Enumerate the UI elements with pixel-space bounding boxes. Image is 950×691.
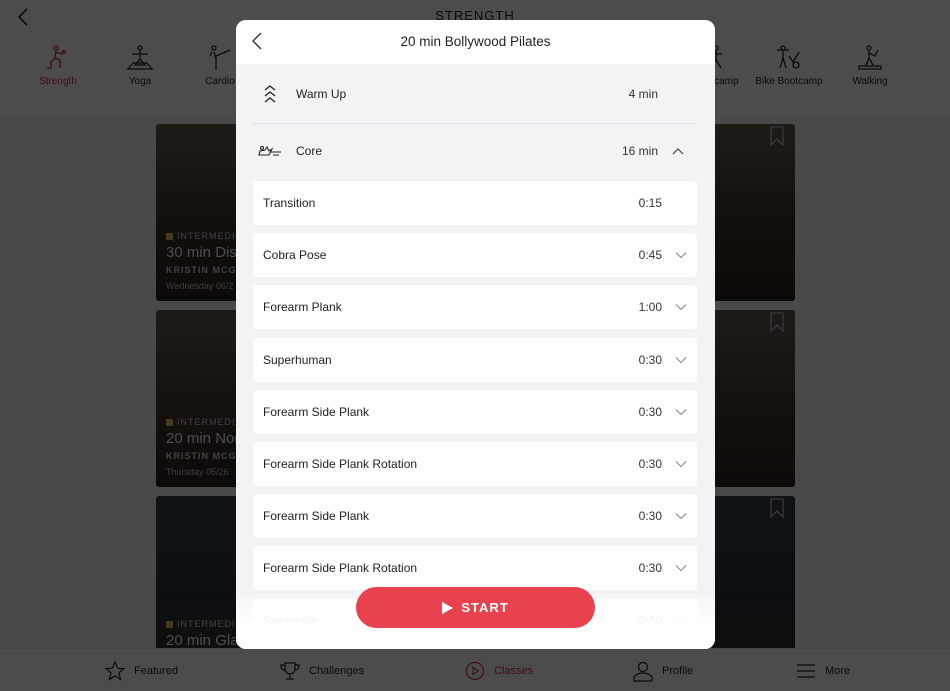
movement-duration: 0:15 [638, 196, 662, 210]
movement-name: Forearm Side Plank Rotation [263, 561, 418, 575]
movement-row[interactable]: Forearm Side Plank Rotation 0:30 [253, 442, 697, 486]
movement-name: Forearm Side Plank [263, 405, 370, 419]
movement-duration: 0:30 [638, 457, 662, 471]
movement-duration: 0:30 [638, 614, 662, 628]
movement-row[interactable]: Superhuman 0:30 [253, 338, 697, 382]
movement-row[interactable]: Cobra Pose 0:45 [253, 233, 697, 277]
chevron-down-icon[interactable] [675, 251, 687, 259]
movement-row[interactable]: Transition 0:15 [253, 181, 697, 225]
chevron-down-icon[interactable] [675, 460, 687, 468]
section-duration: 16 min [621, 143, 658, 158]
section-core[interactable]: Core 16 min [253, 122, 698, 179]
chevron-down-icon[interactable] [675, 356, 687, 364]
movement-duration: 1:00 [638, 300, 662, 314]
section-name: Warm Up [296, 86, 347, 101]
chevron-down-icon[interactable] [675, 617, 687, 625]
movement-row[interactable]: Forearm Side Plank Rotation 0:30 [253, 546, 697, 590]
movement-duration: 0:30 [638, 353, 662, 367]
start-label: START [461, 600, 509, 615]
chevron-down-icon[interactable] [675, 564, 687, 572]
movement-duration: 0:30 [638, 509, 662, 523]
movement-duration: 0:30 [638, 405, 662, 419]
section-name: Core [296, 143, 323, 158]
start-button[interactable]: START [356, 587, 595, 628]
movement-row[interactable]: Forearm Side Plank 0:30 [253, 494, 697, 538]
movement-name: Superhuman [263, 353, 332, 367]
chevron-up-icon[interactable] [672, 146, 684, 156]
modal-header: 20 min Bollywood Pilates [236, 20, 715, 64]
movement-row[interactable]: Forearm Side Plank 0:30 [253, 390, 697, 434]
movement-duration: 0:45 [638, 248, 662, 262]
section-warm-up[interactable]: Warm Up 4 min [253, 65, 698, 122]
modal-title: 20 min Bollywood Pilates [400, 34, 551, 49]
chevron-down-icon[interactable] [675, 303, 687, 311]
core-icon [258, 145, 281, 156]
class-plan-modal: 20 min Bollywood Pilates Warm Up 4 min C… [236, 20, 715, 649]
movement-duration: 0:30 [638, 561, 662, 575]
movement-row[interactable]: Forearm Plank 1:00 [253, 285, 697, 329]
movement-name: Transition [263, 196, 316, 210]
section-duration: 4 min [628, 86, 658, 101]
movement-name: Forearm Side Plank [263, 509, 370, 523]
movement-name: Forearm Plank [263, 300, 342, 314]
play-icon [442, 601, 454, 614]
chevron-down-icon[interactable] [675, 408, 687, 416]
movement-name: Forearm Side Plank Rotation [263, 457, 418, 471]
chevron-down-icon[interactable] [675, 512, 687, 520]
movement-name: Cobra Pose [263, 248, 327, 262]
warm-up-icon [264, 84, 276, 103]
